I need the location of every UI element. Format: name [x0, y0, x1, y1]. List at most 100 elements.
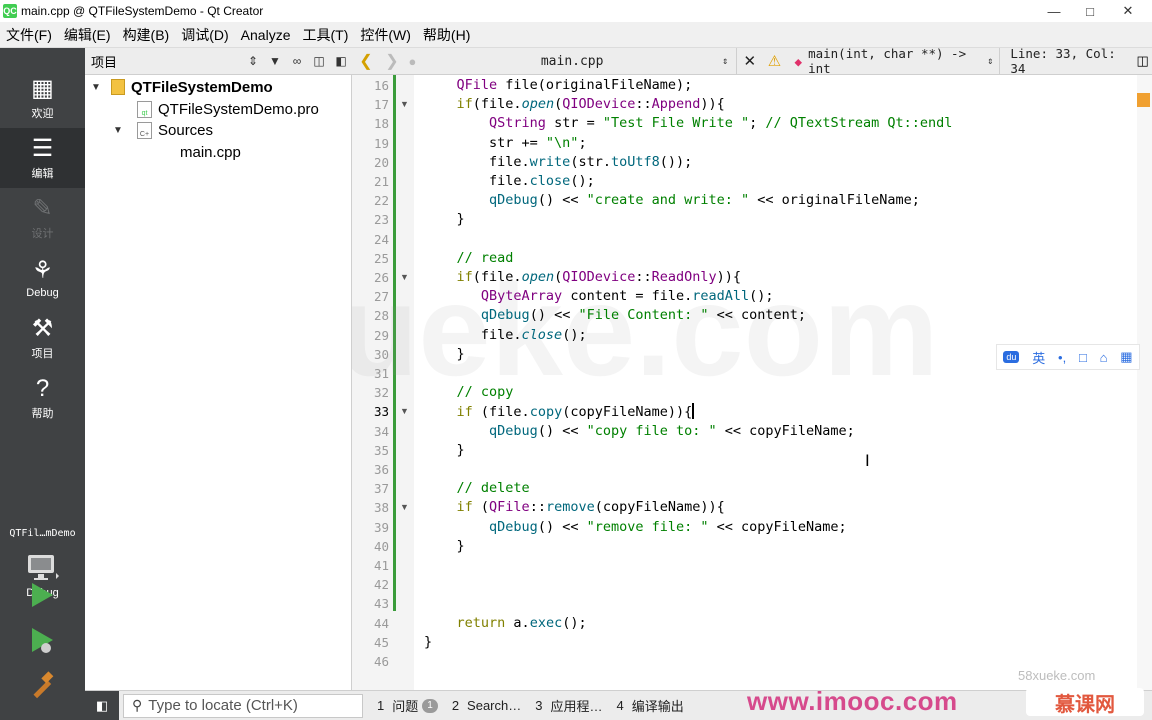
line-number: 38	[373, 500, 389, 516]
ime-logo-icon[interactable]: du	[1003, 351, 1020, 363]
code-line[interactable]: if(file.open(QIODevice::ReadOnly)){	[424, 269, 742, 285]
code-line[interactable]: if (file.copy(copyFileName)){	[424, 403, 695, 421]
code-line[interactable]: if (QFile::remove(copyFileName)){	[424, 499, 725, 515]
ime-punctuation-icon[interactable]: •,	[1058, 350, 1066, 365]
menu-tools[interactable]: 工具(T)	[296, 22, 354, 48]
menu-build[interactable]: 构建(B)	[117, 22, 176, 48]
fold-arrow-icon[interactable]: ▼	[400, 99, 409, 109]
line-number: 16	[373, 78, 389, 93]
mode-button-1[interactable]: ☰ 编辑	[0, 128, 85, 188]
code-token: QString	[489, 115, 546, 132]
line-number: 40	[373, 538, 389, 554]
run-button[interactable]	[27, 578, 57, 612]
debug-run-button[interactable]	[27, 624, 57, 658]
ime-toolbar: du 英 •, □ ⌂ ▦	[996, 344, 1140, 370]
back-arrow-icon[interactable]: ❮	[352, 48, 380, 75]
code-line[interactable]: qDebug() << "create and write: " << orig…	[424, 192, 920, 208]
wrench-icon: ⚒	[31, 315, 54, 342]
code-line[interactable]: }	[424, 634, 432, 650]
project-panel-header: 项目 ⇕ ▼ ∞ ◫ ◧	[85, 48, 352, 75]
mode-button-3[interactable]: ⚘ Debug	[0, 248, 85, 308]
code-line[interactable]: }	[424, 346, 465, 362]
mode-button-4[interactable]: ⚒ 项目	[0, 308, 85, 368]
menu-widgets[interactable]: 控件(W)	[354, 22, 417, 48]
menu-edit[interactable]: 编辑(E)	[58, 22, 117, 48]
pane-tab-search[interactable]: 2 Search…	[452, 698, 521, 713]
code-line[interactable]: // read	[424, 250, 514, 266]
toggle-sidebar-icon[interactable]: ◧	[85, 690, 119, 720]
code-line[interactable]: file.close();	[424, 173, 595, 189]
link-icon[interactable]: ∞	[286, 50, 308, 72]
open-file-combo[interactable]: main.cpp ⇕	[421, 48, 736, 75]
pane-tab-issues[interactable]: 1 问题 1	[377, 696, 438, 715]
mode-button-0[interactable]: ▦ 欢迎	[0, 68, 85, 128]
fold-arrow-icon[interactable]: ▼	[400, 406, 409, 416]
fold-arrow-icon[interactable]: ▼	[400, 272, 409, 282]
menu-help[interactable]: 帮助(H)	[417, 22, 476, 48]
vertical-scrollbar[interactable]	[1137, 75, 1152, 690]
tree-item-pro-file[interactable]: qt QTFileSystemDemo.pro	[137, 98, 319, 120]
code-line[interactable]: file.close();	[424, 327, 587, 343]
code-token: readAll	[692, 288, 750, 305]
project-panel-title[interactable]: 项目	[91, 52, 242, 71]
ime-menu-icon[interactable]: ▦	[1120, 349, 1132, 365]
filter-icon[interactable]: ▼	[264, 50, 286, 72]
code-line[interactable]: return a.exec();	[424, 615, 587, 631]
mode-label: 帮助	[31, 408, 54, 420]
menu-debug[interactable]: 调试(D)	[175, 22, 234, 48]
menu-file[interactable]: 文件(F)	[0, 22, 58, 48]
pane-tab-label: Search…	[467, 698, 522, 713]
code-line[interactable]: }	[424, 442, 465, 458]
split-editor-icon[interactable]: ◫	[1133, 48, 1152, 75]
maximize-button[interactable]: □	[1072, 0, 1108, 22]
mode-button-2[interactable]: ✎ 设计	[0, 188, 85, 248]
code-line[interactable]: }	[424, 538, 465, 554]
locator-input[interactable]: ⚲ Type to locate (Ctrl+K)	[123, 693, 363, 718]
expand-arrow-icon[interactable]: ▼	[113, 125, 123, 136]
code-line[interactable]: }	[424, 211, 465, 227]
code-line[interactable]: qDebug() << "File Content: " << content;	[424, 307, 806, 323]
pane-tab-app-output[interactable]: 3 应用程…	[535, 696, 602, 715]
code-line[interactable]: QByteArray content = file.readAll();	[424, 288, 774, 304]
code-line[interactable]: // copy	[424, 384, 514, 400]
code-line[interactable]: qDebug() << "remove file: " << copyFileN…	[424, 519, 847, 535]
code-token: if	[456, 404, 473, 421]
code-line[interactable]: file.write(str.toUtf8());	[424, 154, 692, 170]
close-button[interactable]: ✕	[1110, 0, 1146, 22]
ime-lang-toggle[interactable]: 英	[1032, 348, 1045, 367]
code-line[interactable]: qDebug() << "copy file to: " << copyFile…	[424, 423, 855, 439]
code-line[interactable]: QFile file(originalFileName);	[424, 77, 693, 93]
text-cursor-icon: Ⅰ	[865, 451, 870, 470]
line-column-indicator[interactable]: Line: 33, Col: 34	[999, 46, 1129, 76]
symbol-combo[interactable]: ◆ main(int, char **) -> int ⇕	[787, 46, 994, 76]
expand-arrow-icon[interactable]: ▼	[91, 82, 101, 93]
forward-arrow-icon[interactable]: ❯	[380, 48, 404, 75]
close-document-icon[interactable]: ✕	[736, 47, 762, 75]
ime-skin-icon[interactable]: ⌂	[1100, 350, 1108, 365]
code-line[interactable]: QString str = "Test File Write "; // QTe…	[424, 115, 952, 131]
fold-arrow-icon[interactable]: ▼	[400, 502, 409, 512]
line-number: 41	[373, 558, 389, 573]
tree-item-main-cpp[interactable]: main.cpp	[180, 141, 241, 163]
updown-icon[interactable]: ⇕	[242, 50, 264, 72]
close-pane-icon[interactable]: ◧	[330, 50, 352, 72]
pane-tab-compile-output[interactable]: 4 编译输出	[617, 696, 684, 715]
code-line[interactable]: if(file.open(QIODevice::Append)){	[424, 96, 725, 112]
code-line[interactable]: // delete	[424, 480, 530, 496]
code-line[interactable]: str += "\n";	[424, 135, 587, 151]
code-token: content = file.	[562, 288, 693, 305]
folder-icon: C+	[137, 121, 152, 139]
tree-item-project[interactable]: ▼ QTFileSystemDemo	[91, 76, 273, 98]
mode-button-5[interactable]: ? 帮助	[0, 368, 85, 428]
code-token: << content;	[708, 307, 807, 324]
split-icon[interactable]: ◫	[308, 50, 330, 72]
menu-analyze[interactable]: Analyze	[235, 22, 297, 48]
code-editor[interactable]: 58xueke.com 16 QFile file(originalFileNa…	[352, 75, 1152, 690]
warning-icon[interactable]: ⚠	[762, 48, 786, 75]
build-button[interactable]	[27, 668, 57, 702]
ime-keyboard-icon[interactable]: □	[1079, 350, 1087, 365]
minimize-button[interactable]: —	[1036, 0, 1072, 22]
tree-item-sources[interactable]: ▼ C+ Sources	[113, 119, 213, 141]
